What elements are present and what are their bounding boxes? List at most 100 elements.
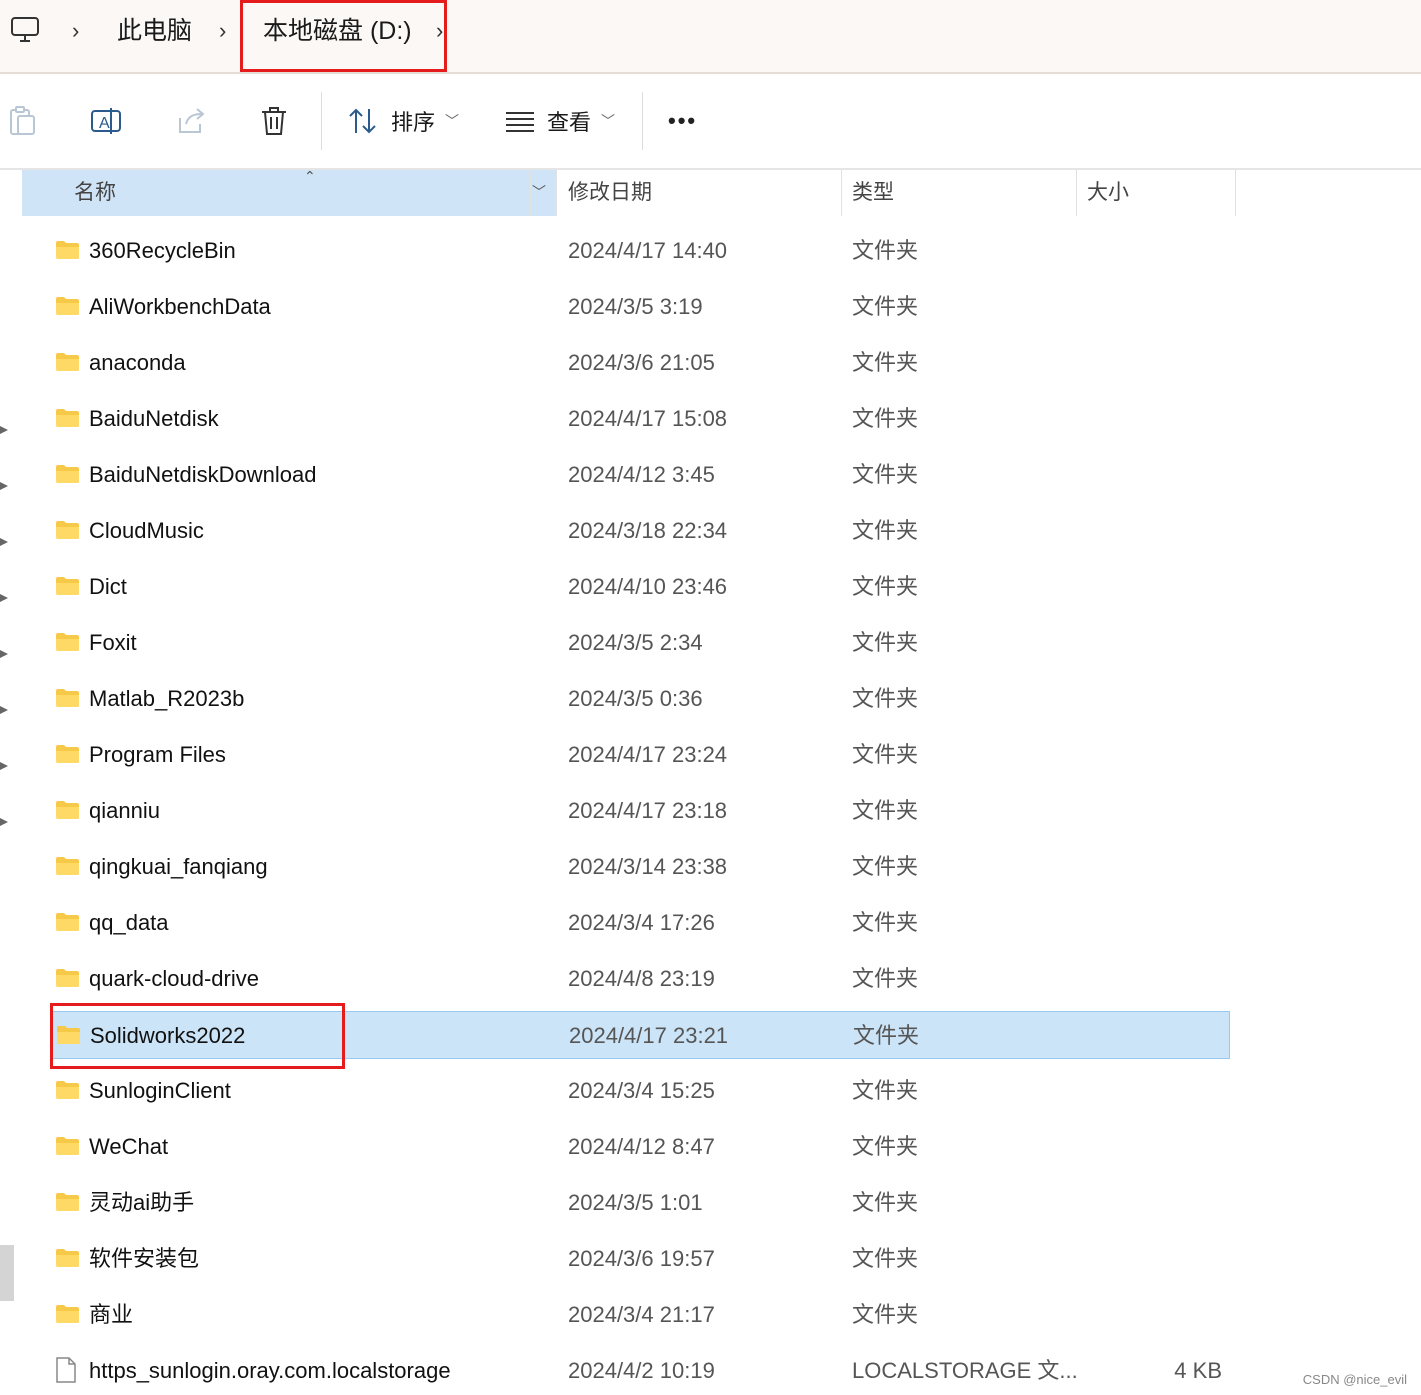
file-name: Solidworks2022 [90,1023,246,1048]
file-row[interactable]: https_sunlogin.oray.com.localstorage 2024… [50,1347,1230,1395]
file-name: quark-cloud-drive [89,966,259,991]
pin-icon[interactable] [0,424,10,436]
column-header-size[interactable]: 大小 [1087,180,1129,206]
file-modified: 2024/3/5 0:36 [568,686,703,711]
pin-icon[interactable] [0,480,10,492]
chevron-down-icon[interactable]: ﹀ [532,182,546,202]
file-type: 文件夹 [852,910,919,935]
folder-icon [56,801,79,819]
pin-icon[interactable] [0,704,10,716]
file-row[interactable]: Dict 2024/4/10 23:46 文件夹 [50,563,1230,611]
file-row[interactable]: qianniu 2024/4/17 23:18 文件夹 [50,787,1230,835]
chevron-right-icon[interactable]: › [219,20,235,42]
folder-icon [56,1137,79,1155]
chevron-right-icon[interactable]: › [72,20,88,42]
file-row[interactable]: Matlab_R2023b 2024/3/5 0:36 文件夹 [50,675,1230,723]
file-row[interactable]: BaiduNetdisk 2024/4/17 15:08 文件夹 [50,395,1230,443]
file-row[interactable]: WeChat 2024/4/12 8:47 文件夹 [50,1123,1230,1171]
rename-icon: A [91,108,121,134]
file-name: BaiduNetdiskDownload [89,462,317,487]
file-name: CloudMusic [89,518,204,543]
file-name: 商业 [89,1302,134,1327]
file-row[interactable]: qingkuai_fanqiang 2024/3/14 23:38 文件夹 [50,843,1230,891]
pin-icon[interactable] [0,816,10,828]
pin-icon[interactable] [0,536,10,548]
file-name: Dict [89,574,127,599]
file-row[interactable]: Program Files 2024/4/17 23:24 文件夹 [50,731,1230,779]
share-icon [179,108,205,133]
paste-button[interactable] [8,104,38,138]
file-modified: 2024/3/6 21:05 [568,350,715,375]
column-header-type[interactable]: 类型 [852,180,894,206]
file-modified: 2024/3/5 3:19 [568,294,703,319]
file-row[interactable]: 360RecycleBin 2024/4/17 14:40 文件夹 [50,227,1230,275]
file-type: 文件夹 [852,574,919,599]
file-modified: 2024/3/5 2:34 [568,630,703,655]
folder-icon [56,353,79,371]
sort-button[interactable]: 排序 ﹀ [347,104,459,138]
file-row[interactable]: CloudMusic 2024/3/18 22:34 文件夹 [50,507,1230,555]
file-row[interactable]: Solidworks2022 2024/4/17 23:21 文件夹 [50,1011,1230,1059]
file-type: 文件夹 [852,1302,919,1327]
file-name: qianniu [89,798,160,823]
file-name: qingkuai_fanqiang [89,854,268,879]
more-icon: ••• [668,108,698,133]
file-row[interactable]: quark-cloud-drive 2024/4/8 23:19 文件夹 [50,955,1230,1003]
file-name: 软件安装包 [89,1246,200,1271]
file-name: Program Files [89,742,226,767]
view-button[interactable]: 查看 ﹀ [505,104,615,138]
file-row[interactable]: qq_data 2024/3/4 17:26 文件夹 [50,899,1230,947]
file-row[interactable]: 软件安装包 2024/3/6 19:57 文件夹 [50,1235,1230,1283]
toolbar-divider [642,92,643,150]
file-row[interactable]: 商业 2024/3/4 21:17 文件夹 [50,1291,1230,1339]
file-row[interactable]: Foxit 2024/3/5 2:34 文件夹 [50,619,1230,667]
folder-icon [56,465,79,483]
file-row[interactable]: BaiduNetdiskDownload 2024/4/12 3:45 文件夹 [50,451,1230,499]
file-name: 灵动ai助手 [89,1190,195,1215]
navigation-pane-edge [0,170,16,1395]
file-modified: 2024/3/14 23:38 [568,854,728,879]
folder-icon [56,1305,79,1323]
delete-button[interactable] [260,104,288,138]
sort-icon [349,108,376,134]
file-type: 文件夹 [852,350,919,375]
share-button[interactable] [176,104,206,138]
folder-icon [56,241,79,259]
chevron-right-icon[interactable]: › [436,20,452,42]
file-modified: 2024/4/12 3:45 [568,462,715,487]
file-type: 文件夹 [852,686,919,711]
pin-icon[interactable] [0,760,10,772]
file-type: 文件夹 [852,462,919,487]
folder-icon [56,1249,79,1267]
rename-button[interactable]: A [90,104,122,138]
file-modified: 2024/4/8 23:19 [568,966,715,991]
breadcrumb-drive-d[interactable]: 本地磁盘 (D:) [263,14,412,48]
file-type: 文件夹 [852,1134,919,1159]
file-row[interactable]: 灵动ai助手 2024/3/5 1:01 文件夹 [50,1179,1230,1227]
file-row[interactable]: anaconda 2024/3/6 21:05 文件夹 [50,339,1230,387]
file-row[interactable]: SunloginClient 2024/3/4 15:25 文件夹 [50,1067,1230,1115]
scrollbar-thumb[interactable] [0,1245,14,1301]
file-size: 4 KB [1174,1358,1222,1383]
view-label: 查看 [547,110,592,135]
file-type: 文件夹 [852,966,919,991]
column-header-modified[interactable]: 修改日期 [568,180,652,206]
pin-icon[interactable] [0,592,10,604]
pin-icon[interactable] [0,648,10,660]
column-divider [1076,170,1077,216]
address-bar[interactable]: › 此电脑 › 本地磁盘 (D:) › [0,0,1421,74]
file-type: 文件夹 [852,1078,919,1103]
folder-icon [56,689,79,707]
folder-icon [56,521,79,539]
more-options-button[interactable]: ••• [668,104,697,138]
trash-icon [262,107,286,135]
file-name: Foxit [89,630,137,655]
file-row[interactable]: AliWorkbenchData 2024/3/5 3:19 文件夹 [50,283,1230,331]
file-modified: 2024/3/6 19:57 [568,1246,715,1271]
paste-icon [10,106,35,135]
file-modified: 2024/4/2 10:19 [568,1358,715,1383]
computer-icon[interactable] [10,16,40,44]
file-type: 文件夹 [852,854,919,879]
breadcrumb-this-pc[interactable]: 此电脑 [117,14,192,48]
sort-ascending-icon: ⌃ [304,168,316,184]
